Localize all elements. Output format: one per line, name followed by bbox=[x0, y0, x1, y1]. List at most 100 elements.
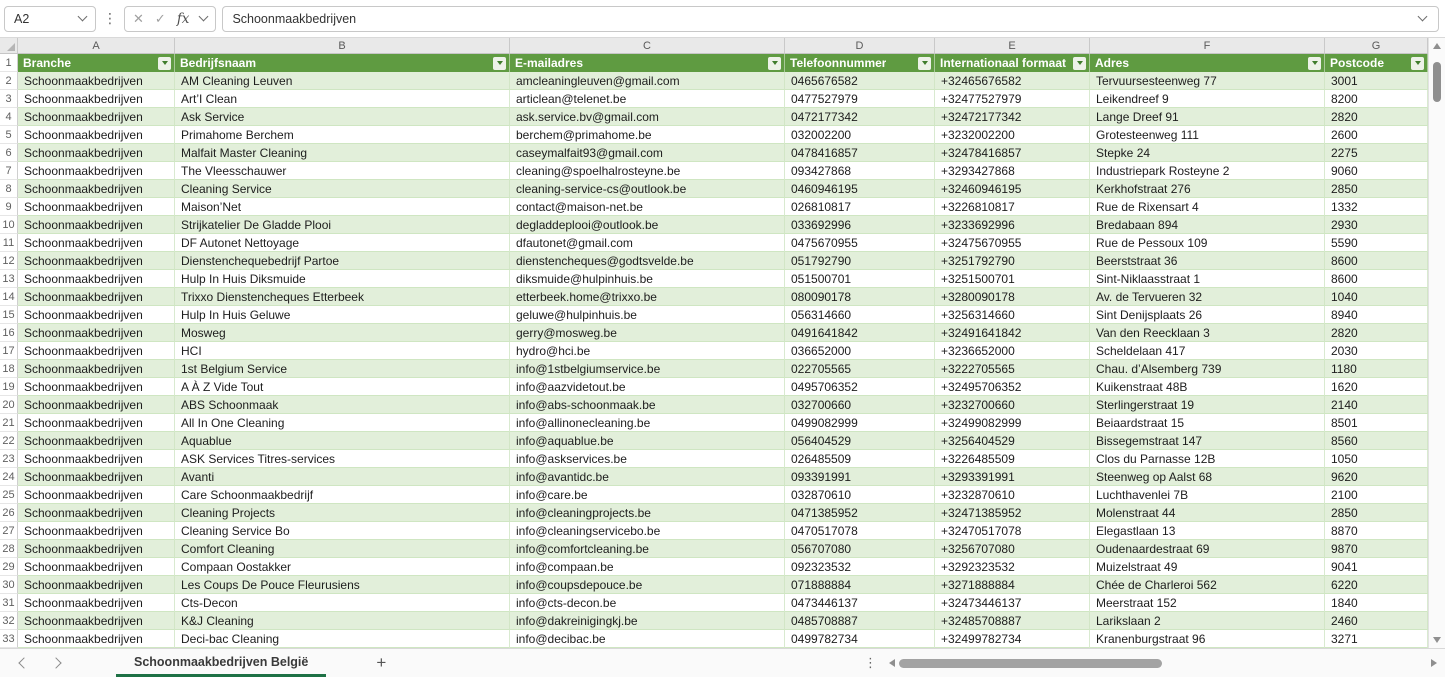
cell-telefoonnummer[interactable]: 092323532 bbox=[785, 558, 935, 576]
row-number[interactable]: 6 bbox=[0, 144, 18, 162]
cell-branche[interactable]: Schoonmaakbedrijven bbox=[18, 468, 175, 486]
scroll-down-icon[interactable] bbox=[1433, 637, 1441, 643]
cell-telefoonnummer[interactable]: 071888884 bbox=[785, 576, 935, 594]
cell-bedrijfsnaam[interactable]: Dienstenchequebedrijf Partoe bbox=[175, 252, 510, 270]
cell-internationaal-formaat[interactable]: +3233692996 bbox=[935, 216, 1090, 234]
cell-emailadres[interactable]: geluwe@hulpinhuis.be bbox=[510, 306, 785, 324]
cell-postcode[interactable]: 8870 bbox=[1325, 522, 1428, 540]
table-header-cell[interactable]: Telefoonnummer bbox=[785, 54, 935, 72]
cell-bedrijfsnaam[interactable]: The Vleesschauwer bbox=[175, 162, 510, 180]
cell-telefoonnummer[interactable]: 0473446137 bbox=[785, 594, 935, 612]
cell-postcode[interactable]: 3001 bbox=[1325, 72, 1428, 90]
cell-telefoonnummer[interactable]: 026485509 bbox=[785, 450, 935, 468]
row-number[interactable]: 9 bbox=[0, 198, 18, 216]
cell-telefoonnummer[interactable]: 0470517078 bbox=[785, 522, 935, 540]
row-number[interactable]: 17 bbox=[0, 342, 18, 360]
cell-adres[interactable]: Kuikenstraat 48B bbox=[1090, 378, 1325, 396]
cell-internationaal-formaat[interactable]: +3232700660 bbox=[935, 396, 1090, 414]
cell-postcode[interactable]: 2030 bbox=[1325, 342, 1428, 360]
cell-telefoonnummer[interactable]: 093391991 bbox=[785, 468, 935, 486]
cell-emailadres[interactable]: cleaning@spoelhalrosteyne.be bbox=[510, 162, 785, 180]
scroll-up-icon[interactable] bbox=[1433, 43, 1441, 49]
cell-branche[interactable]: Schoonmaakbedrijven bbox=[18, 486, 175, 504]
cell-adres[interactable]: Chée de Charleroi 562 bbox=[1090, 576, 1325, 594]
row-number[interactable]: 8 bbox=[0, 180, 18, 198]
row-number[interactable]: 31 bbox=[0, 594, 18, 612]
cell-branche[interactable]: Schoonmaakbedrijven bbox=[18, 162, 175, 180]
row-number[interactable]: 7 bbox=[0, 162, 18, 180]
cell-emailadres[interactable]: contact@maison-net.be bbox=[510, 198, 785, 216]
cell-postcode[interactable]: 1040 bbox=[1325, 288, 1428, 306]
cell-branche[interactable]: Schoonmaakbedrijven bbox=[18, 306, 175, 324]
cell-adres[interactable]: Sint-Niklaasstraat 1 bbox=[1090, 270, 1325, 288]
row-number[interactable]: 14 bbox=[0, 288, 18, 306]
cell-telefoonnummer[interactable]: 0499082999 bbox=[785, 414, 935, 432]
cell-postcode[interactable]: 8940 bbox=[1325, 306, 1428, 324]
cell-bedrijfsnaam[interactable]: Strijkatelier De Gladde Plooi bbox=[175, 216, 510, 234]
cell-bedrijfsnaam[interactable]: Maison’Net bbox=[175, 198, 510, 216]
row-number[interactable]: 10 bbox=[0, 216, 18, 234]
cell-telefoonnummer[interactable]: 0465676582 bbox=[785, 72, 935, 90]
cell-branche[interactable]: Schoonmaakbedrijven bbox=[18, 576, 175, 594]
vertical-scrollbar[interactable] bbox=[1428, 38, 1445, 648]
filter-button[interactable] bbox=[1411, 56, 1424, 70]
cell-postcode[interactable]: 1332 bbox=[1325, 198, 1428, 216]
table-header-cell[interactable]: E-mailadres bbox=[510, 54, 785, 72]
row-number[interactable]: 18 bbox=[0, 360, 18, 378]
cell-emailadres[interactable]: info@aazvidetout.be bbox=[510, 378, 785, 396]
cell-emailadres[interactable]: info@aquablue.be bbox=[510, 432, 785, 450]
cell-internationaal-formaat[interactable]: +32485708887 bbox=[935, 612, 1090, 630]
cell-branche[interactable]: Schoonmaakbedrijven bbox=[18, 558, 175, 576]
cell-branche[interactable]: Schoonmaakbedrijven bbox=[18, 342, 175, 360]
cell-adres[interactable]: Bredabaan 894 bbox=[1090, 216, 1325, 234]
cell-emailadres[interactable]: info@cts-decon.be bbox=[510, 594, 785, 612]
cell-telefoonnummer[interactable]: 0472177342 bbox=[785, 108, 935, 126]
cell-emailadres[interactable]: info@askservices.be bbox=[510, 450, 785, 468]
cell-telefoonnummer[interactable]: 0477527979 bbox=[785, 90, 935, 108]
cell-branche[interactable]: Schoonmaakbedrijven bbox=[18, 324, 175, 342]
cell-emailadres[interactable]: info@abs-schoonmaak.be bbox=[510, 396, 785, 414]
column-letter[interactable]: G bbox=[1325, 38, 1428, 53]
scroll-left-icon[interactable] bbox=[889, 659, 895, 667]
cell-bedrijfsnaam[interactable]: ABS Schoonmaak bbox=[175, 396, 510, 414]
filter-button[interactable] bbox=[493, 56, 506, 70]
cell-telefoonnummer[interactable]: 056707080 bbox=[785, 540, 935, 558]
cell-adres[interactable]: Van den Reecklaan 3 bbox=[1090, 324, 1325, 342]
cell-adres[interactable]: Clos du Parnasse 12B bbox=[1090, 450, 1325, 468]
row-number[interactable]: 13 bbox=[0, 270, 18, 288]
cell-internationaal-formaat[interactable]: +32472177342 bbox=[935, 108, 1090, 126]
cell-emailadres[interactable]: caseymalfait93@gmail.com bbox=[510, 144, 785, 162]
previous-sheet-icon[interactable] bbox=[18, 657, 30, 669]
cell-internationaal-formaat[interactable]: +3292323532 bbox=[935, 558, 1090, 576]
cell-adres[interactable]: Beerststraat 36 bbox=[1090, 252, 1325, 270]
column-letter[interactable]: B bbox=[175, 38, 510, 53]
cell-internationaal-formaat[interactable]: +32471385952 bbox=[935, 504, 1090, 522]
cell-internationaal-formaat[interactable]: +32475670955 bbox=[935, 234, 1090, 252]
cell-adres[interactable]: Luchthavenlei 7B bbox=[1090, 486, 1325, 504]
cell-internationaal-formaat[interactable]: +3226485509 bbox=[935, 450, 1090, 468]
cell-postcode[interactable]: 2850 bbox=[1325, 504, 1428, 522]
filter-button[interactable] bbox=[918, 56, 931, 70]
cell-branche[interactable]: Schoonmaakbedrijven bbox=[18, 198, 175, 216]
cell-telefoonnummer[interactable]: 026810817 bbox=[785, 198, 935, 216]
cell-telefoonnummer[interactable]: 051500701 bbox=[785, 270, 935, 288]
row-number[interactable]: 33 bbox=[0, 630, 18, 648]
cell-bedrijfsnaam[interactable]: Care Schoonmaakbedrijf bbox=[175, 486, 510, 504]
cell-emailadres[interactable]: info@care.be bbox=[510, 486, 785, 504]
cell-branche[interactable]: Schoonmaakbedrijven bbox=[18, 432, 175, 450]
cell-internationaal-formaat[interactable]: +32473446137 bbox=[935, 594, 1090, 612]
cell-internationaal-formaat[interactable]: +32460946195 bbox=[935, 180, 1090, 198]
row-number[interactable]: 30 bbox=[0, 576, 18, 594]
cell-postcode[interactable]: 1180 bbox=[1325, 360, 1428, 378]
cell-bedrijfsnaam[interactable]: Compaan Oostakker bbox=[175, 558, 510, 576]
cell-telefoonnummer[interactable]: 022705565 bbox=[785, 360, 935, 378]
cell-bedrijfsnaam[interactable]: Aquablue bbox=[175, 432, 510, 450]
cell-internationaal-formaat[interactable]: +3293391991 bbox=[935, 468, 1090, 486]
insert-function-icon[interactable]: fx bbox=[177, 11, 190, 27]
cell-adres[interactable]: Rue de Pessoux 109 bbox=[1090, 234, 1325, 252]
cell-adres[interactable]: Industriepark Rosteyne 2 bbox=[1090, 162, 1325, 180]
cell-branche[interactable]: Schoonmaakbedrijven bbox=[18, 270, 175, 288]
cell-emailadres[interactable]: dienstencheques@godtsvelde.be bbox=[510, 252, 785, 270]
cell-adres[interactable]: Meerstraat 152 bbox=[1090, 594, 1325, 612]
cell-adres[interactable]: Stepke 24 bbox=[1090, 144, 1325, 162]
